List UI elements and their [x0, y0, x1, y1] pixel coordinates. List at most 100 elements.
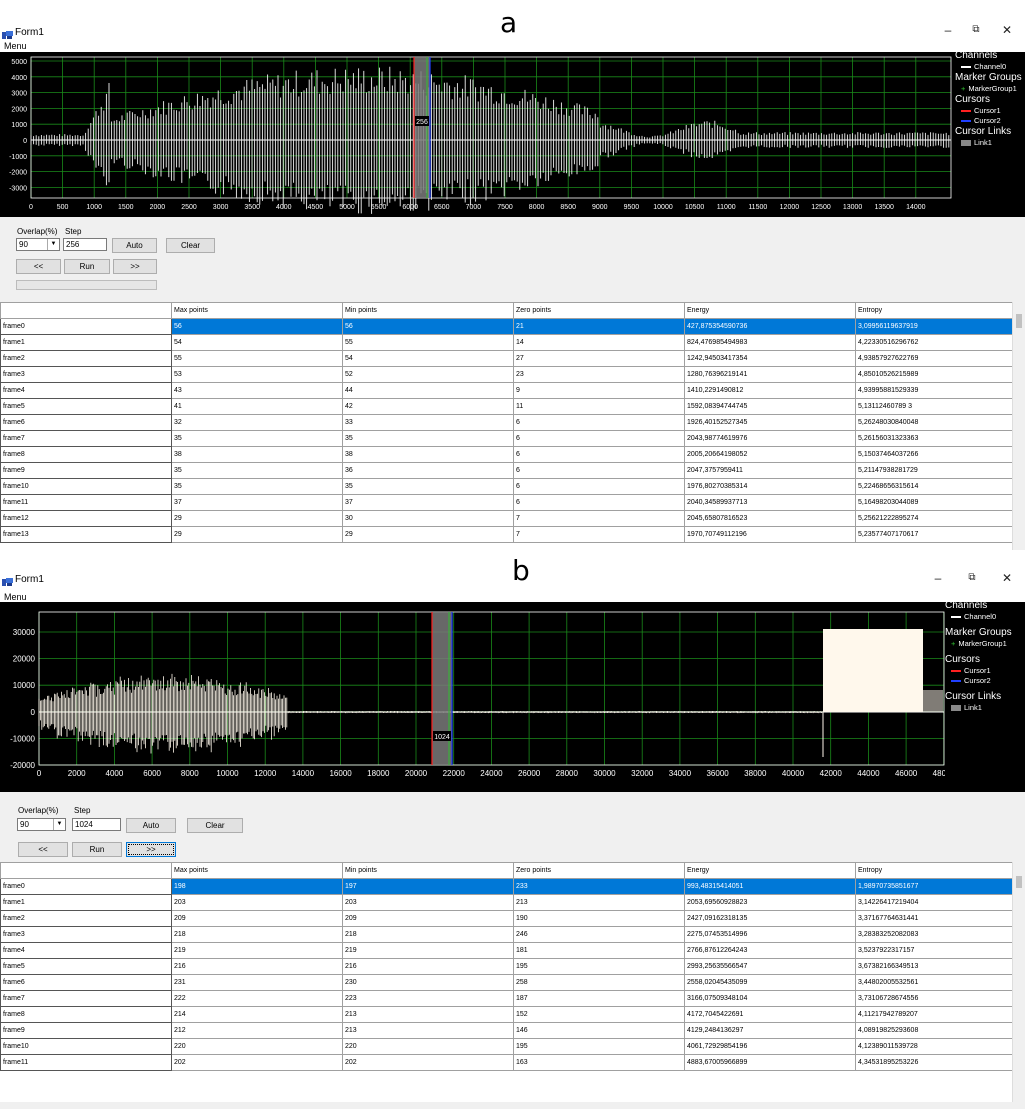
- table-cell[interactable]: 55: [342, 334, 514, 351]
- column-header[interactable]: Zero points: [513, 862, 685, 879]
- table-cell[interactable]: 213: [342, 1006, 514, 1023]
- table-cell[interactable]: 2045,65807816523: [684, 510, 856, 527]
- prev-button[interactable]: <<: [18, 842, 68, 857]
- table-cell[interactable]: 5,13112460789 3: [855, 398, 1013, 415]
- row-header[interactable]: frame10: [0, 1038, 172, 1055]
- table-cell[interactable]: 220: [171, 1038, 343, 1055]
- table-cell[interactable]: 213: [513, 894, 685, 911]
- waveform-chart[interactable]: 0 500 1000 1500 2000 2500 3000 3500 4000 4500 5000…: [0, 52, 955, 217]
- table-cell[interactable]: 202: [342, 1054, 514, 1071]
- table-cell[interactable]: 218: [171, 926, 343, 943]
- table-cell[interactable]: 3166,07509348104: [684, 990, 856, 1007]
- row-header[interactable]: frame7: [0, 990, 172, 1007]
- minimize-button[interactable]: –: [938, 23, 958, 37]
- table-row[interactable]: frame2 209 209 190 2427,09162318135 3,3716776…: [0, 910, 1013, 927]
- table-cell[interactable]: 3,14226417219404: [855, 894, 1013, 911]
- prev-button[interactable]: <<: [16, 259, 61, 274]
- plot-area[interactable]: 0 2000 4000 6000 8000 10000 12000 14000 16000 180…: [0, 602, 1025, 792]
- auto-button[interactable]: Auto: [126, 818, 176, 833]
- table-cell[interactable]: 1280,76396219141: [684, 366, 856, 383]
- table-cell[interactable]: 6: [513, 494, 685, 511]
- legend-cursor1[interactable]: Cursor1: [945, 666, 1025, 676]
- row-header[interactable]: frame5: [0, 398, 172, 415]
- horizontal-scrollbar[interactable]: [0, 1102, 1025, 1109]
- table-row[interactable]: frame8 214 213 152 4172,7045422691 4,11217942…: [0, 1006, 1013, 1023]
- row-header[interactable]: frame3: [0, 926, 172, 943]
- table-cell[interactable]: 56: [171, 318, 343, 335]
- row-header[interactable]: frame0: [0, 318, 172, 335]
- table-cell[interactable]: 4,93995881529339: [855, 382, 1013, 399]
- table-cell[interactable]: 223: [342, 990, 514, 1007]
- table-cell[interactable]: 2993,25635566547: [684, 958, 856, 975]
- next-button[interactable]: >>: [113, 259, 157, 274]
- minimize-button[interactable]: –: [928, 571, 948, 585]
- clear-button[interactable]: Clear: [166, 238, 215, 253]
- table-row[interactable]: frame0 56 56 21 427,875354590736 3,0995611963…: [0, 318, 1013, 335]
- row-header[interactable]: frame13: [0, 526, 172, 543]
- table-cell[interactable]: 219: [342, 942, 514, 959]
- table-cell[interactable]: 220: [342, 1038, 514, 1055]
- table-cell[interactable]: 35: [171, 478, 343, 495]
- close-button[interactable]: ✕: [997, 571, 1017, 585]
- table-row[interactable]: frame8 38 38 6 2005,20664198052 5,15037464037…: [0, 446, 1013, 463]
- table-cell[interactable]: 5,21147938281729: [855, 462, 1013, 479]
- table-cell[interactable]: 216: [342, 958, 514, 975]
- next-button[interactable]: >>: [126, 842, 176, 857]
- table-cell[interactable]: 230: [342, 974, 514, 991]
- legend-channel0[interactable]: Channel0: [945, 612, 1025, 622]
- table-cell[interactable]: 43: [171, 382, 343, 399]
- table-cell[interactable]: 3,44802005532561: [855, 974, 1013, 991]
- table-cell[interactable]: 5,22468656315614: [855, 478, 1013, 495]
- chevron-down-icon[interactable]: ▼: [53, 819, 65, 830]
- table-cell[interactable]: 146: [513, 1022, 685, 1039]
- table-cell[interactable]: 35: [342, 430, 514, 447]
- table-cell[interactable]: 7: [513, 526, 685, 543]
- table-cell[interactable]: 4061,72929854196: [684, 1038, 856, 1055]
- vertical-scrollbar[interactable]: [1012, 862, 1025, 1102]
- table-cell[interactable]: 198: [171, 878, 343, 895]
- table-cell[interactable]: 9: [513, 382, 685, 399]
- table-cell[interactable]: 6: [513, 430, 685, 447]
- table-cell[interactable]: 213: [342, 1022, 514, 1039]
- table-cell[interactable]: 1926,40152527345: [684, 414, 856, 431]
- table-cell[interactable]: 36: [342, 462, 514, 479]
- table-cell[interactable]: 214: [171, 1006, 343, 1023]
- corner-header[interactable]: [0, 862, 172, 879]
- table-cell[interactable]: 27: [513, 350, 685, 367]
- table-cell[interactable]: 42: [342, 398, 514, 415]
- table-cell[interactable]: 37: [171, 494, 343, 511]
- legend-cursor2[interactable]: Cursor2: [955, 116, 1025, 126]
- column-header[interactable]: Min points: [342, 862, 514, 879]
- row-header[interactable]: frame5: [0, 958, 172, 975]
- table-cell[interactable]: 181: [513, 942, 685, 959]
- corner-header[interactable]: [0, 302, 172, 319]
- table-cell[interactable]: 209: [342, 910, 514, 927]
- table-cell[interactable]: 1976,80270385314: [684, 478, 856, 495]
- table-cell[interactable]: 54: [171, 334, 343, 351]
- table-cell[interactable]: 44: [342, 382, 514, 399]
- table-cell[interactable]: 4,93857927622769: [855, 350, 1013, 367]
- table-cell[interactable]: 6: [513, 446, 685, 463]
- table-cell[interactable]: 2053,69560928823: [684, 894, 856, 911]
- close-button[interactable]: ✕: [997, 23, 1017, 37]
- table-cell[interactable]: 5,16498203044089: [855, 494, 1013, 511]
- waveform-chart[interactable]: 0 2000 4000 6000 8000 10000 12000 14000 16000 180…: [0, 602, 945, 792]
- table-cell[interactable]: 23: [513, 366, 685, 383]
- table-row[interactable]: frame2 55 54 27 1242,94503417354 4,9385792762…: [0, 350, 1013, 367]
- column-header[interactable]: Entropy: [855, 302, 1013, 319]
- table-cell[interactable]: 6: [513, 478, 685, 495]
- table-cell[interactable]: 4,08919825293608: [855, 1022, 1013, 1039]
- table-cell[interactable]: 38: [342, 446, 514, 463]
- table-cell[interactable]: 29: [342, 526, 514, 543]
- table-cell[interactable]: 258: [513, 974, 685, 991]
- table-cell[interactable]: 6: [513, 462, 685, 479]
- column-header[interactable]: Max points: [171, 302, 343, 319]
- table-cell[interactable]: 4,34531895253226: [855, 1054, 1013, 1071]
- table-cell[interactable]: 6: [513, 414, 685, 431]
- row-header[interactable]: frame0: [0, 878, 172, 895]
- table-cell[interactable]: 231: [171, 974, 343, 991]
- overlap-select[interactable]: 90 ▼: [16, 238, 60, 251]
- scroll-thumb[interactable]: [1016, 314, 1022, 328]
- plot-area[interactable]: 0 500 1000 1500 2000 2500 3000 3500 4000 4500 5000…: [0, 52, 1025, 217]
- row-header[interactable]: frame8: [0, 1006, 172, 1023]
